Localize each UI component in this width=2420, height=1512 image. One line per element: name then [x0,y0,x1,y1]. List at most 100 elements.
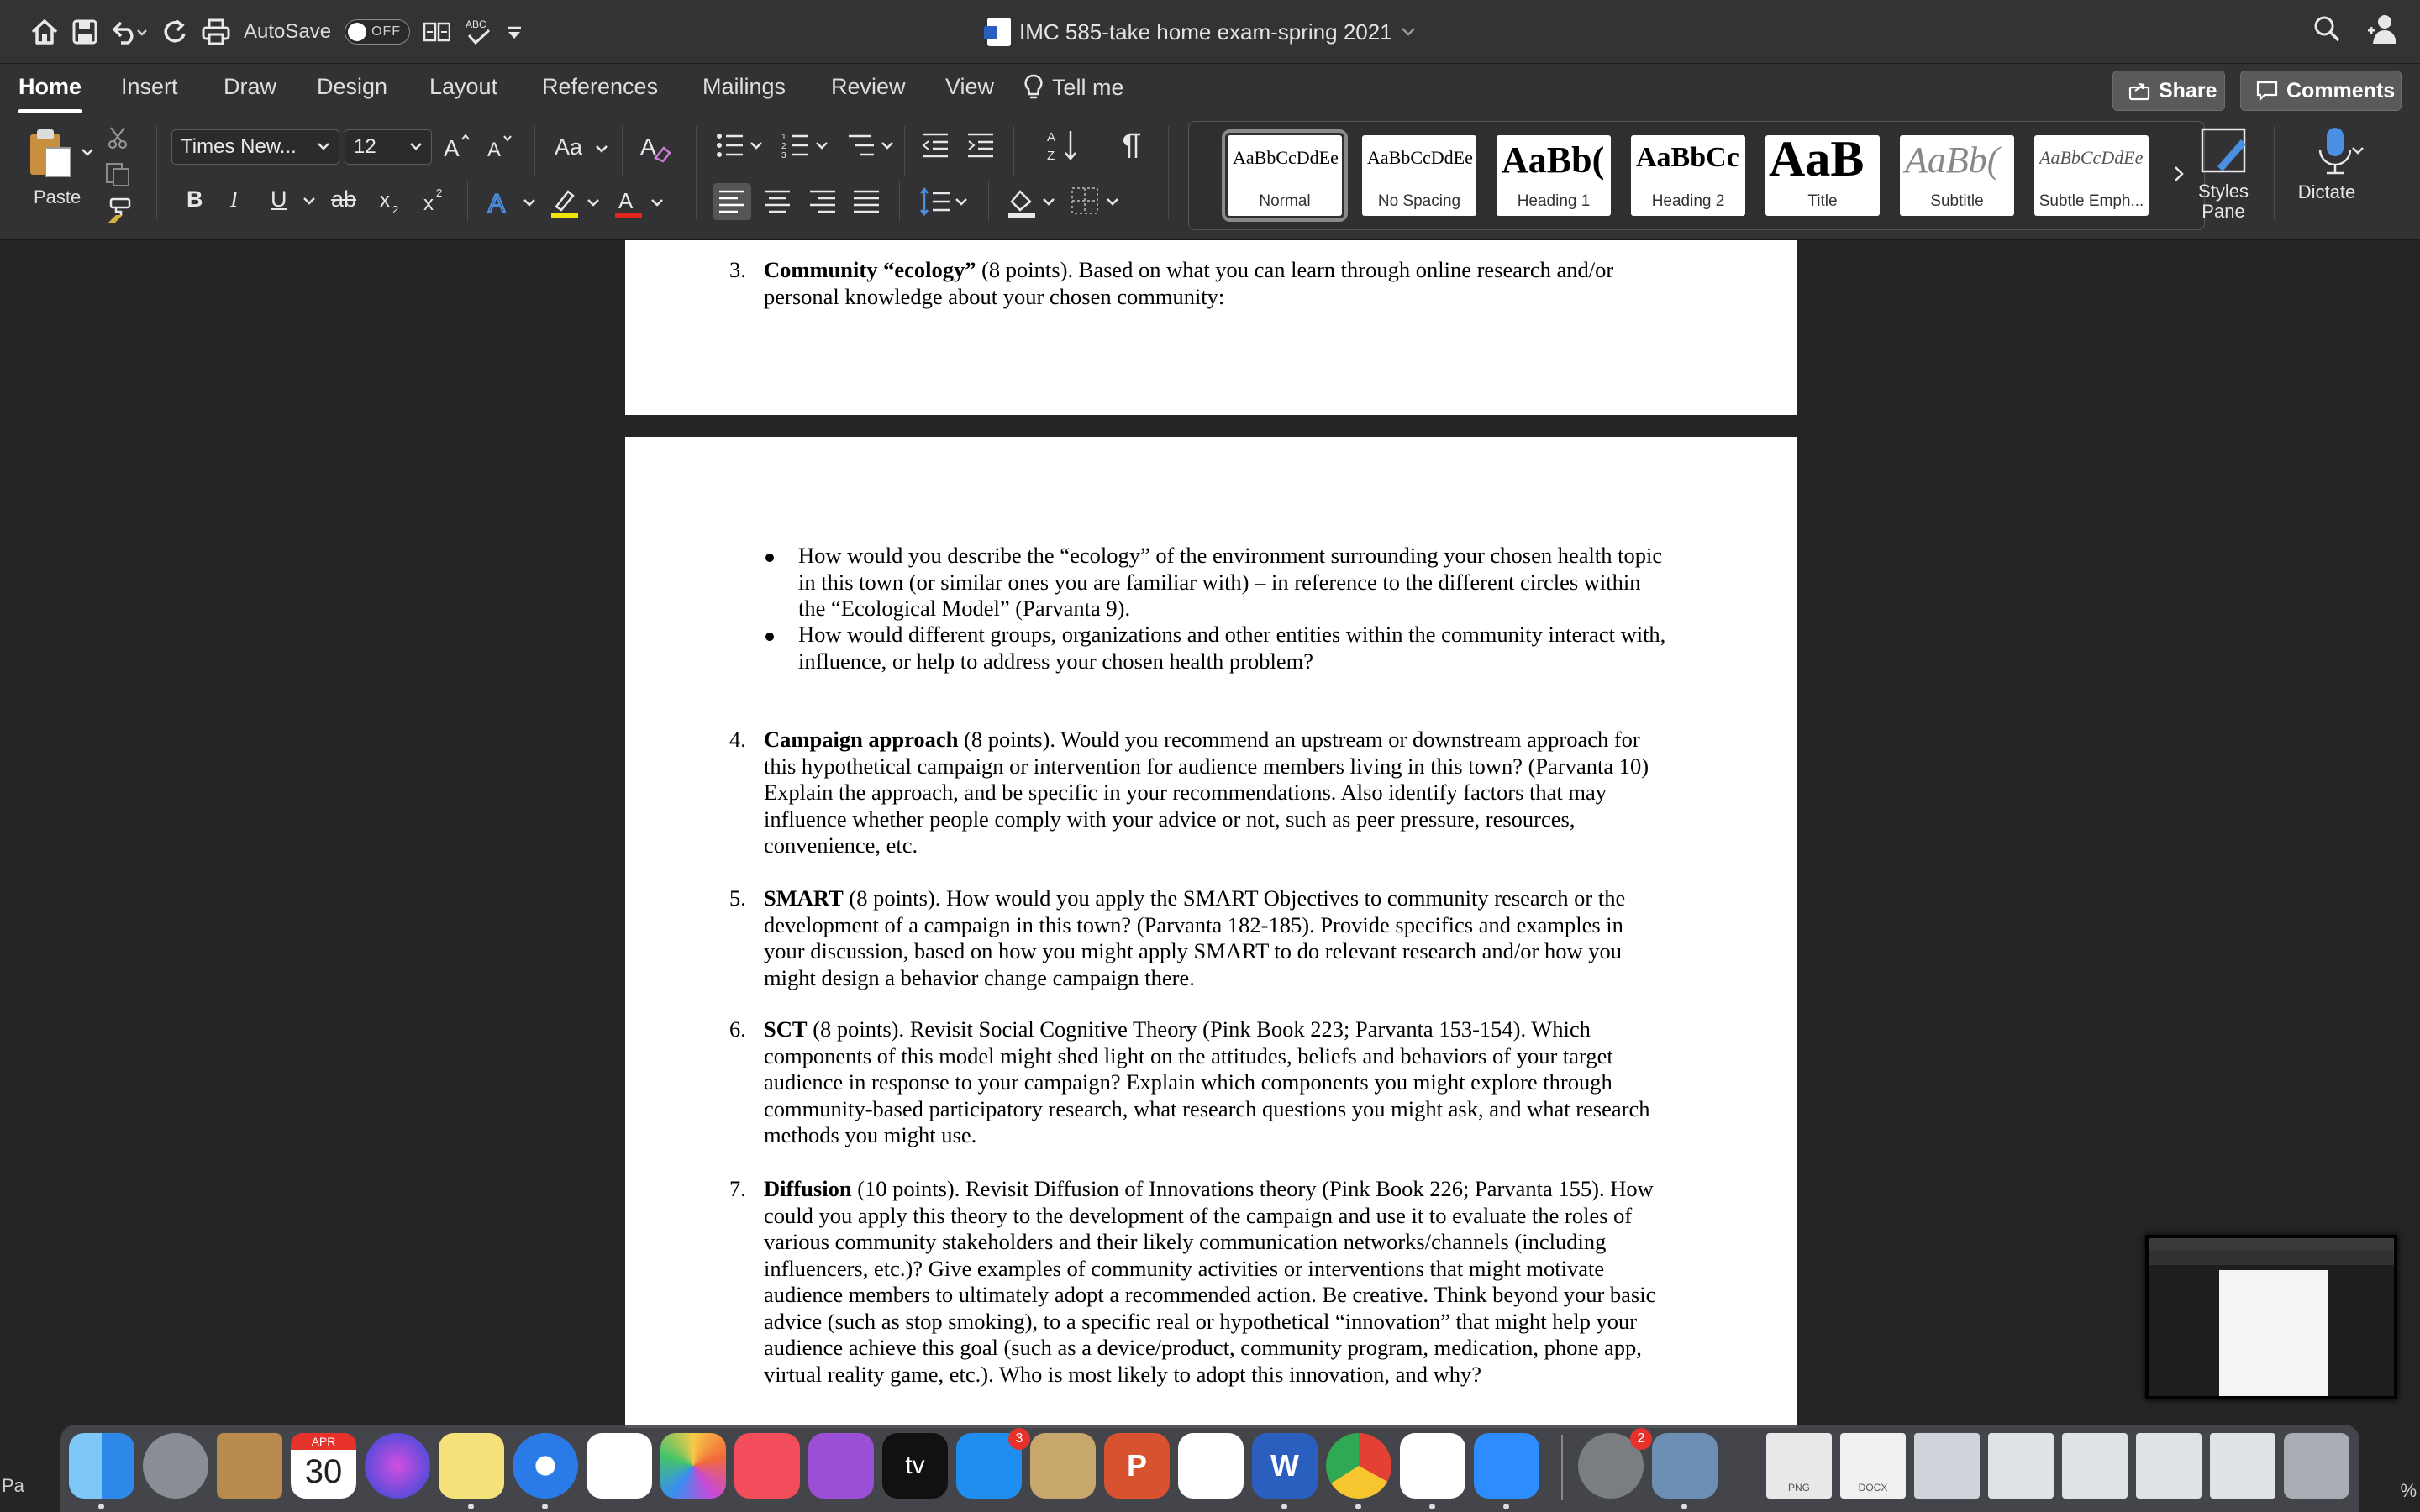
chrome-icon[interactable] [1326,1433,1392,1499]
style-heading-1[interactable]: AaBb( Heading 1 [1497,135,1611,216]
paste-icon[interactable] [25,126,79,180]
music-icon[interactable] [1178,1433,1244,1499]
italic-button[interactable]: I [230,186,238,213]
tab-insert[interactable]: Insert [121,74,178,100]
chevron-right-icon[interactable] [2172,164,2186,184]
superscript-icon[interactable]: x2 [422,186,447,215]
tab-draw[interactable]: Draw [224,74,276,100]
multilevel-list-icon[interactable] [847,131,896,160]
bullets-icon[interactable] [716,131,765,160]
align-center-icon[interactable] [763,188,792,215]
calendar-icon[interactable]: APR 30 [291,1433,356,1499]
document-page-1[interactable]: 3. Community “ecology” (8 points). Based… [625,240,1797,415]
numbering-icon[interactable]: 123 [781,131,830,160]
document-page-2[interactable]: How would you describe the “ecology” of … [625,437,1797,1428]
window-preview-icon[interactable] [2062,1433,2128,1499]
underline-button[interactable]: U [271,186,287,213]
align-right-icon[interactable] [808,188,837,215]
shrink-font-icon[interactable]: A [486,131,516,161]
styles-pane-button[interactable]: Styles Pane [2191,126,2255,222]
font-size-select[interactable]: 12 [345,129,432,165]
save-icon[interactable] [72,12,97,52]
window-thumbnail[interactable] [2145,1235,2397,1399]
account-icon[interactable] [2366,12,2400,45]
tab-references[interactable]: References [542,74,658,100]
powerpoint-icon[interactable]: P [1104,1433,1170,1499]
clear-formatting-icon[interactable]: A [639,129,672,163]
dictate-button[interactable]: Dictate [2289,126,2365,203]
show-formatting-icon[interactable] [1119,131,1143,160]
style-subtitle[interactable]: AaBb( Subtitle [1900,135,2014,216]
window-preview-icon[interactable] [2136,1433,2202,1499]
text-effects-icon[interactable]: A [486,186,516,217]
spelling-check-icon[interactable]: ABC [464,12,492,52]
home-icon[interactable] [30,12,59,52]
autosave-toggle[interactable]: OFF [345,19,411,45]
undo-icon[interactable] [111,12,148,52]
notes-icon[interactable] [439,1433,504,1499]
highlight-icon[interactable] [550,186,580,218]
cut-icon[interactable] [106,126,129,150]
news-icon[interactable] [734,1433,800,1499]
format-painter-icon[interactable] [104,197,133,225]
tab-home[interactable]: Home [18,74,82,113]
mail-stamp-icon[interactable] [1030,1433,1096,1499]
trash-icon[interactable] [2284,1433,2349,1499]
window-preview-icon[interactable] [1914,1433,1980,1499]
line-spacing-icon[interactable] [919,186,970,217]
docx-file-icon[interactable]: DOCX [1840,1433,1906,1499]
bold-button[interactable]: B [187,186,203,213]
style-normal[interactable]: AaBbCcDdEe Normal [1222,129,1348,222]
search-icon[interactable] [2312,12,2341,45]
grow-font-icon[interactable]: A [442,131,472,161]
tell-me[interactable]: Tell me [1023,74,1124,101]
png-file-icon[interactable]: PNG [1766,1433,1832,1499]
window-preview-icon[interactable] [1988,1433,2054,1499]
podcasts-icon[interactable] [808,1433,874,1499]
font-color-icon[interactable]: A [613,186,644,218]
copy-icon[interactable] [104,161,131,188]
increase-indent-icon[interactable] [966,131,995,160]
shading-icon[interactable] [1007,186,1057,218]
print-icon[interactable] [202,12,230,52]
window-preview-icon[interactable] [2210,1433,2275,1499]
tab-layout[interactable]: Layout [429,74,497,100]
preview-icon[interactable] [1652,1433,1718,1499]
tab-design[interactable]: Design [317,74,387,100]
style-no-spacing[interactable]: AaBbCcDdEe No Spacing [1362,135,1476,216]
finder-icon[interactable] [69,1433,134,1499]
siri-icon[interactable] [365,1433,430,1499]
share-button[interactable]: Share [2112,71,2225,111]
layout-icon[interactable] [424,12,451,52]
decrease-indent-icon[interactable] [921,131,950,160]
strikethrough-button[interactable]: ab [331,186,356,213]
tab-review[interactable]: Review [831,74,906,100]
launchpad-icon[interactable] [143,1433,208,1499]
chevron-down-icon[interactable] [2351,146,2365,156]
justify-icon[interactable] [852,188,881,215]
safari-icon[interactable] [513,1433,578,1499]
reminders-icon[interactable] [587,1433,652,1499]
borders-icon[interactable] [1071,186,1124,217]
contacts-icon[interactable] [217,1433,282,1499]
zoom-icon[interactable] [1474,1433,1539,1499]
comments-button[interactable]: Comments [2240,71,2402,111]
change-case-button[interactable]: Aa [555,134,582,160]
font-name-select[interactable]: Times New... [171,129,339,165]
style-heading-2[interactable]: AaBbCc Heading 2 [1631,135,1745,216]
customize-toolbar-icon[interactable] [506,12,523,52]
tab-mailings[interactable]: Mailings [702,74,786,100]
apple-tv-icon[interactable]: tv [882,1433,948,1499]
word-icon[interactable]: W [1252,1433,1318,1499]
sort-icon[interactable]: AZ [1047,128,1081,163]
tab-view[interactable]: View [945,74,994,100]
paste-chevron-icon[interactable] [81,148,94,158]
align-left-button[interactable] [713,183,751,220]
subscript-icon[interactable]: x2 [378,186,403,215]
redo-icon[interactable] [161,12,188,52]
style-title[interactable]: AaB Title [1765,135,1880,216]
style-subtle-emphasis[interactable]: AaBbCcDdEe Subtle Emph... [2034,135,2149,216]
document-title[interactable]: IMC 585-take home exam-spring 2021 [984,15,1416,49]
photos-icon[interactable] [660,1433,726,1499]
slack-icon[interactable] [1400,1433,1465,1499]
